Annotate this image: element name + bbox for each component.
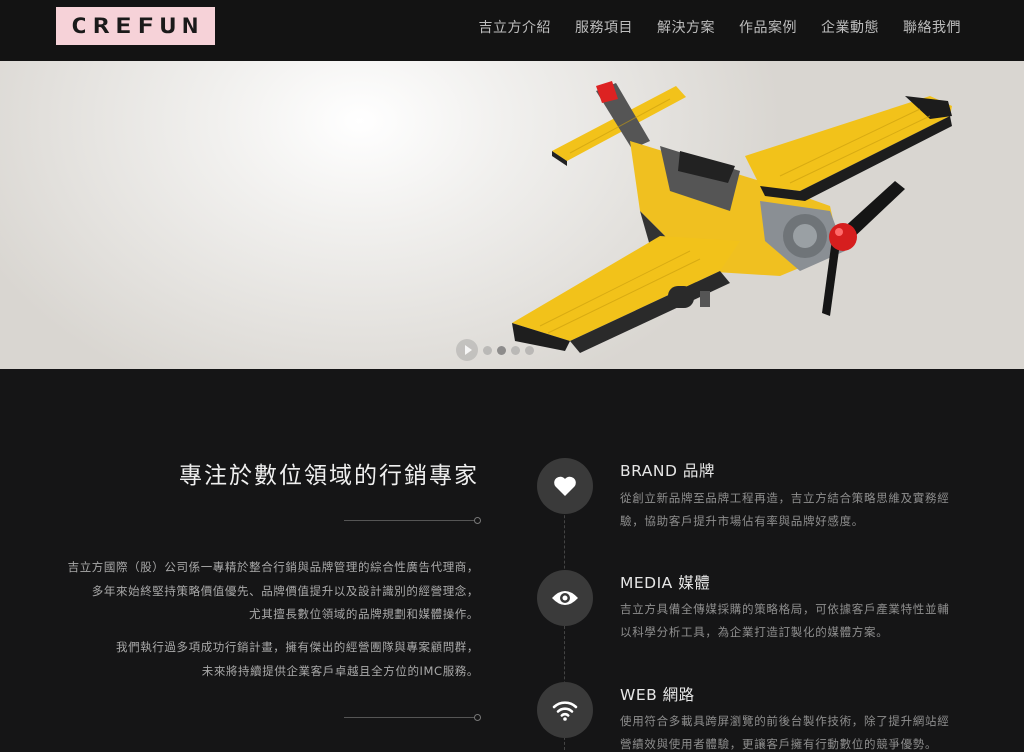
feature-title-media: MEDIA 媒體: [620, 574, 711, 592]
feature-desc-line: 營績效與使用者體驗，更讓客戶擁有行動數位的競爭優勢。: [620, 737, 938, 751]
nav-item-contact[interactable]: 聯絡我們: [903, 17, 961, 37]
nav-item-services[interactable]: 服務項目: [575, 17, 633, 37]
feature-desc-web: 使用符合多載具跨屏瀏覽的前後台製作技術，除了提升網站經 營績效與使用者體驗，更讓…: [620, 710, 960, 752]
feature-title-brand: BRAND 品牌: [620, 462, 715, 480]
nav-item-solutions[interactable]: 解決方案: [657, 17, 715, 37]
web-feature-circle: [537, 682, 593, 738]
intro-line: 我們執行過多項成功行銷計畫，擁有傑出的經營團隊與專案顧問群，: [116, 640, 479, 654]
hero-slider[interactable]: [0, 61, 1024, 369]
divider: [344, 517, 481, 524]
intro-line: 多年來始終堅持策略價值優先、品牌價值提升以及設計識別的經營理念，: [91, 583, 479, 598]
slider-dot[interactable]: [525, 345, 534, 355]
media-feature-circle: [537, 570, 593, 626]
main-nav: 吉立方介紹 服務項目 解決方案 作品案例 企業動態 聯絡我們: [479, 17, 962, 37]
slider-dot[interactable]: [483, 345, 492, 355]
intro-title: 專注於數位領域的行銷專家: [179, 463, 479, 489]
slider-controls: [456, 339, 534, 361]
feature-desc-line: 使用符合多載具跨屏瀏覽的前後台製作技術，除了提升網站經: [620, 714, 950, 728]
intro-paragraph-1: 吉立方國際（股）公司係一專精於整合行銷與品牌管理的綜合性廣告代理商， 多年來始終…: [9, 556, 479, 627]
feature-desc-line: 以科學分析工具，為企業打造訂製化的媒體方案。: [620, 625, 889, 639]
feature-title-web: WEB 網路: [620, 686, 695, 704]
slider-dot[interactable]: [511, 345, 520, 355]
wifi-icon: [552, 701, 578, 721]
intro-line: 吉立方國際（股）公司係一專精於整合行銷與品牌管理的綜合性廣告代理商，: [67, 560, 479, 574]
nav-item-works[interactable]: 作品案例: [739, 17, 797, 37]
intro-line: 尤其擅長數位領域的品牌規劃和媒體操作。: [249, 607, 479, 621]
intro-line: 未來將持續提供企業客戶卓越且全方位的IMC服務。: [201, 663, 479, 678]
site-header: CREFUN 吉立方介紹 服務項目 解決方案 作品案例 企業動態 聯絡我們: [0, 0, 1024, 61]
heart-icon: [554, 476, 576, 496]
nav-item-news[interactable]: 企業動態: [821, 17, 879, 37]
slider-dot-active[interactable]: [497, 345, 506, 355]
intro-paragraph-2: 我們執行過多項成功行銷計畫，擁有傑出的經營團隊與專案顧問群， 未來將持續提供企業…: [9, 636, 479, 683]
hero-airplane-image: [512, 81, 952, 353]
eye-icon: [552, 591, 578, 605]
feature-desc-brand: 從創立新品牌至品牌工程再造，吉立方結合策略思維及實務經 驗，協助客戶提升市場佔有…: [620, 487, 960, 533]
logo-text: CREFUN: [70, 13, 205, 39]
feature-desc-line: 吉立方具備全傳媒採購的策略格局，可依據客戶產業特性並輔: [620, 602, 950, 616]
logo[interactable]: CREFUN: [56, 7, 215, 45]
feature-desc-line: 驗，協助客戶提升市場佔有率與品牌好感度。: [620, 514, 864, 528]
divider: [344, 714, 481, 721]
play-icon[interactable]: [456, 339, 478, 361]
nav-item-about[interactable]: 吉立方介紹: [479, 17, 552, 37]
brand-feature-circle: [537, 458, 593, 514]
feature-desc-media: 吉立方具備全傳媒採購的策略格局，可依據客戶產業特性並輔 以科學分析工具，為企業打…: [620, 598, 960, 644]
feature-desc-line: 從創立新品牌至品牌工程再造，吉立方結合策略思維及實務經: [620, 491, 950, 505]
